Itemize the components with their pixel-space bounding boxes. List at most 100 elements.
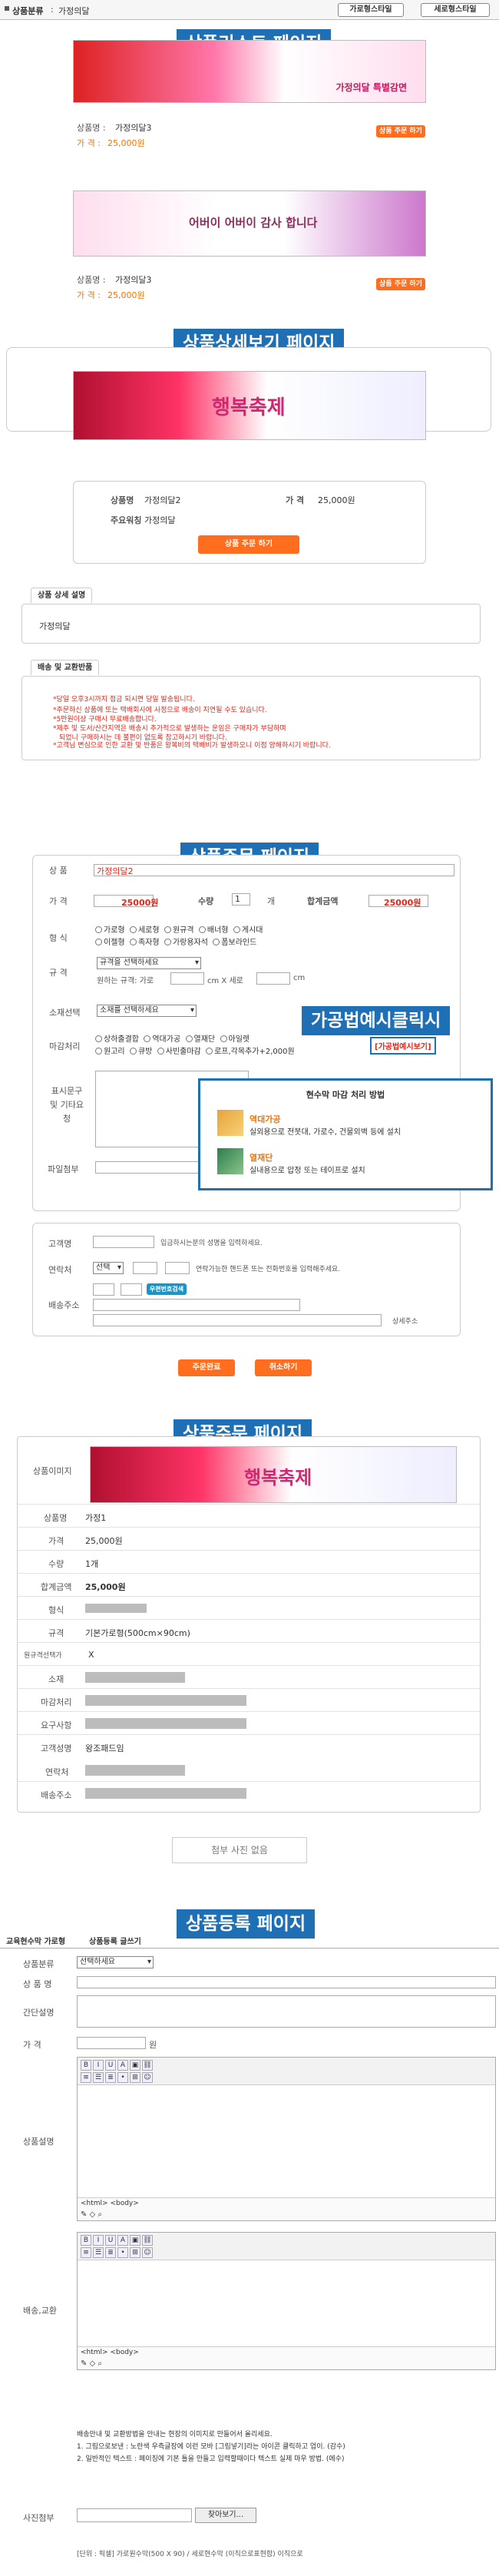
register-price-input[interactable] (77, 2037, 146, 2049)
edit-mode-icon[interactable]: ✎ ◇ ⌕ (81, 2210, 102, 2219)
order-cancel-button[interactable]: 취소하기 (255, 1359, 312, 1376)
form-opt-8[interactable]: 가랑용자석 (164, 939, 208, 947)
link-icon[interactable]: ⛓ (142, 2235, 153, 2246)
finish-opt-1[interactable]: 상하출결합 (95, 1035, 139, 1044)
register-cat-select[interactable]: 선택하세요 (77, 1956, 154, 1968)
finish-opt-7[interactable]: 사빈출마감 (157, 1048, 201, 1056)
order2-banner-text: 행복축제 (244, 1467, 312, 1488)
attach-input[interactable] (95, 1161, 210, 1174)
register-photo-input[interactable] (77, 2508, 192, 2522)
form-opt-6[interactable]: 이젤형 (95, 939, 125, 947)
order-button-1[interactable]: 상품 주문 하기 (376, 125, 425, 137)
material-select[interactable]: 소재를 선택하세요 (97, 1005, 197, 1017)
finish-opt-4[interactable]: 아일렛 (220, 1035, 250, 1044)
align-right-icon[interactable]: ≣ (105, 2072, 116, 2083)
zip-search-button[interactable]: 우편번호검색 (147, 1283, 187, 1295)
finish-example-link[interactable]: [가공법예시보기] (370, 1037, 436, 1055)
address-label: 배송주소 (48, 1300, 80, 1310)
address-input-1[interactable] (93, 1299, 300, 1311)
phone-mid-input[interactable] (133, 1262, 157, 1274)
customer-input[interactable] (93, 1236, 154, 1248)
detail-order-button[interactable]: 상품 주문 하기 (198, 535, 299, 554)
product-name-2[interactable]: 가정의달3 (115, 273, 151, 286)
font-color-icon[interactable]: A (117, 2235, 128, 2246)
italic-icon[interactable]: I (93, 2235, 104, 2246)
form-opt-1[interactable]: 가로형 (95, 926, 125, 935)
detail-banner: 행복축제 (73, 371, 426, 440)
banner-text-1: 가정의달 특별감면 (335, 82, 408, 93)
tab-delivery[interactable]: 배송 및 교환반품 (31, 660, 100, 675)
finish-opt-6[interactable]: 큐방 (129, 1048, 152, 1056)
address-input-2[interactable] (93, 1314, 382, 1326)
phone-hint: 연락가능한 핸드폰 또는 전화번호를 입력해주세요. (196, 1266, 341, 1273)
desc-html-tag: <html> <body> (81, 2200, 139, 2207)
order-submit-button[interactable]: 주문완료 (178, 1359, 235, 1376)
underline-icon[interactable]: U (105, 2235, 116, 2246)
desc-editor[interactable]: B I U A ▣ ⛓ ≡ ☰ ≣ • ⊞ ☺ <html> <body> ✎ … (77, 2057, 496, 2221)
product-banner-2[interactable]: 어버이 어버이 감사 합니다 (73, 190, 426, 257)
bold-icon[interactable]: B (81, 2235, 91, 2246)
align-left-icon[interactable]: ≡ (81, 2072, 91, 2083)
product-price-label-1: 가 격 : (77, 138, 101, 148)
form-opt-5[interactable]: 게시대 (233, 926, 263, 935)
align-center-icon[interactable]: ☰ (93, 2072, 104, 2083)
emoticon-icon[interactable]: ☺ (142, 2072, 153, 2083)
grid-style-button[interactable]: 가로형스타일 (338, 3, 404, 17)
underline-icon[interactable]: U (105, 2060, 116, 2071)
list-style-button[interactable]: 세로형스타일 (421, 3, 490, 17)
phone-last-input[interactable] (165, 1262, 190, 1274)
finish-opt-8[interactable]: 로프,각목추가+2,000원 (206, 1048, 295, 1056)
product-name-1[interactable]: 가정의달3 (115, 121, 151, 134)
breadcrumb-label: 상품분류 (12, 6, 44, 16)
finish-opt-3[interactable]: 열재단 (185, 1035, 215, 1044)
finish-opt-2[interactable]: 역대가공 (144, 1035, 180, 1044)
browse-button[interactable]: 찾아보기... (195, 2508, 256, 2523)
register-header-tab-1[interactable]: 교육현수막 가로형 (6, 1935, 65, 1946)
font-color-icon[interactable]: A (117, 2060, 128, 2071)
emoticon-icon[interactable]: ☺ (142, 2247, 153, 2258)
register-name-input[interactable] (77, 1976, 496, 1988)
table-icon[interactable]: ⊞ (130, 2072, 140, 2083)
image-icon[interactable]: ▣ (130, 2235, 140, 2246)
register-brief-input[interactable] (77, 1995, 496, 2028)
zip-input-2[interactable] (121, 1283, 142, 1296)
form-opt-3[interactable]: 원규격 (164, 926, 194, 935)
link-icon[interactable]: ⛓ (142, 2060, 153, 2071)
phone-select[interactable]: 선택 (93, 1262, 124, 1274)
product-banner-1[interactable]: 가정의달 특별감면 (73, 40, 426, 103)
order-name-label: 상 품 (49, 866, 68, 876)
tab-product-description[interactable]: 상품 상세 설명 (31, 588, 93, 603)
desc-editor-footer: <html> <body> ✎ ◇ ⌕ (78, 2197, 495, 2220)
list-icon[interactable]: • (117, 2072, 128, 2083)
address-hint: 상세주소 (392, 1318, 418, 1326)
popup-item-1-image (217, 1110, 243, 1136)
delivery-editor[interactable]: B I U A ▣ ⛓ ≡ ☰ ≣ • ⊞ ☺ <html> <body> ✎ … (77, 2232, 496, 2370)
size-x-label: cm X 세로 (207, 977, 243, 985)
form-opt-7[interactable]: 족자형 (129, 939, 160, 947)
zip-input-1[interactable] (93, 1283, 114, 1296)
align-right-icon[interactable]: ≣ (105, 2247, 116, 2258)
register-header-tab-2[interactable]: 상품등록 글쓰기 (89, 1935, 141, 1946)
size-height-input[interactable] (256, 972, 290, 985)
image-icon[interactable]: ▣ (130, 2060, 140, 2071)
form-opt-2[interactable]: 세로형 (129, 926, 160, 935)
order-button-2[interactable]: 상품 주문 하기 (376, 278, 425, 290)
form-opt-9[interactable]: 폼보라인드 (213, 939, 256, 947)
table-icon[interactable]: ⊞ (130, 2247, 140, 2258)
align-center-icon[interactable]: ☰ (93, 2247, 104, 2258)
order2-contact-box: 연락처 배송주소 (17, 1753, 481, 1813)
size-select[interactable]: 규격을 선택하세요 (97, 957, 201, 969)
quantity-input[interactable]: 1 (232, 893, 250, 906)
italic-icon[interactable]: I (93, 2060, 104, 2071)
bold-icon[interactable]: B (81, 2060, 91, 2071)
delivery-edit-mode-icon[interactable]: ✎ ◇ ⌕ (81, 2359, 102, 2368)
delivery-editor-footer: <html> <body> ✎ ◇ ⌕ (78, 2346, 495, 2369)
finish-label: 마감처리 (49, 1041, 81, 1051)
size-width-input[interactable] (170, 972, 204, 985)
breadcrumb-category[interactable]: 가정의달 (58, 5, 89, 17)
align-left-icon[interactable]: ≡ (81, 2247, 91, 2258)
finish-opt-5[interactable]: 원고리 (95, 1048, 125, 1056)
no-photo-button[interactable]: 첨부 사진 없음 (172, 1837, 307, 1863)
list-icon[interactable]: • (117, 2247, 128, 2258)
form-opt-4[interactable]: 배너형 (198, 926, 229, 935)
